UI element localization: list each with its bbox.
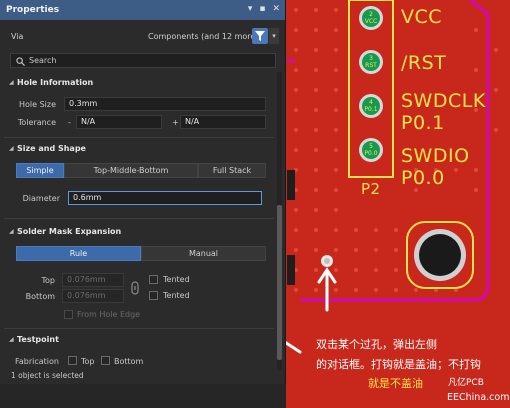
- fabrication-label: Fabrication: [15, 357, 59, 366]
- hole-size-label: Hole Size: [18, 100, 56, 109]
- filter-dropdown-icon[interactable]: ▾: [269, 28, 279, 44]
- from-hole-edge-checkbox[interactable]: [64, 310, 73, 319]
- panel-bottom-strip: [0, 384, 286, 408]
- collapse-chevron-icon: ◢: [9, 228, 14, 235]
- mode-rule[interactable]: Rule: [16, 246, 141, 261]
- collapse-chevron-icon: ◢: [9, 145, 14, 152]
- from-hole-edge-label: From Hole Edge: [77, 310, 141, 319]
- collapse-chevron-icon: ◢: [9, 336, 14, 343]
- testpoint-bottom-checkbox[interactable]: [101, 356, 110, 365]
- silk-swdclk: SWDCLK: [401, 90, 486, 112]
- testpoint-top-checkbox[interactable]: [68, 356, 77, 365]
- components-selector[interactable]: Components (and 12 more): [148, 32, 258, 41]
- annotation-line1: 双击某个过孔，弹出左侧: [316, 338, 437, 351]
- tab-full-stack[interactable]: Full Stack: [198, 163, 266, 178]
- hole-size-field[interactable]: 0.3mm: [64, 97, 266, 111]
- link-icon[interactable]: [130, 281, 140, 295]
- section-testpoint[interactable]: ◢ Testpoint: [0, 334, 276, 348]
- top-label: Top: [41, 276, 56, 285]
- divider: [4, 218, 274, 219]
- divider: [4, 137, 274, 138]
- search-box[interactable]: [10, 53, 276, 68]
- annotation-line2: 的对话框。打钩就是盖油；不打钩: [316, 358, 481, 371]
- mode-manual[interactable]: Manual: [141, 246, 266, 261]
- divider: [4, 328, 274, 329]
- silk-swdio: SWDIO: [401, 145, 470, 167]
- diameter-label: Diameter: [22, 194, 60, 203]
- watermark-site: EEChina.com: [447, 392, 510, 403]
- section-hole-information[interactable]: ◢ Hole Information: [0, 77, 276, 91]
- silk-p00: P0.0: [401, 167, 445, 189]
- tented-top-checkbox[interactable]: [149, 275, 158, 284]
- close-icon[interactable]: ✕: [272, 4, 280, 14]
- tolerance-minus-field[interactable]: N/A: [76, 115, 162, 129]
- section-size-and-shape[interactable]: ◢ Size and Shape: [0, 143, 276, 157]
- object-row: Via Components (and 12 more) ▾: [0, 27, 285, 47]
- tab-top-middle-bottom[interactable]: Top-Middle-Bottom: [64, 163, 198, 178]
- filter-icon: [255, 31, 265, 41]
- bottom-expansion-field[interactable]: 0.076mm: [62, 289, 124, 303]
- annotation-line3: 就是不盖油: [368, 377, 423, 390]
- object-type-label: Via: [11, 32, 24, 41]
- silk-p01: P0.1: [401, 112, 445, 134]
- tented-bottom-checkbox[interactable]: [149, 291, 158, 300]
- tolerance-plus-field[interactable]: N/A: [180, 115, 266, 129]
- tolerance-label: Tolerance: [17, 118, 56, 127]
- testpoint-bottom-label: Bottom: [114, 357, 144, 366]
- scrollbar-thumb[interactable]: [277, 205, 282, 360]
- tolerance-minus-sign: -: [68, 118, 71, 127]
- section-solder-mask-expansion[interactable]: ◢ Solder Mask Expansion: [0, 226, 276, 240]
- status-bar: 1 object is selected: [0, 370, 285, 384]
- silk-p2: P2: [361, 180, 381, 198]
- panel-menu-icon[interactable]: ▾: [248, 4, 253, 14]
- tented-top-label: Tented: [163, 275, 190, 284]
- watermark-brand: 凡亿PCB: [448, 378, 484, 388]
- status-text: 1 object is selected: [11, 371, 84, 380]
- silk-rst: /RST: [401, 52, 447, 74]
- tented-bottom-label: Tented: [163, 291, 190, 300]
- tab-simple[interactable]: Simple: [16, 163, 64, 178]
- collapse-chevron-icon: ◢: [9, 79, 14, 86]
- top-expansion-field[interactable]: 0.076mm: [62, 273, 124, 287]
- filter-button[interactable]: [252, 28, 268, 44]
- panel-title: Properties: [6, 5, 60, 15]
- properties-panel: Properties ▾ ▪ ✕ Via Components (and 12 …: [0, 0, 286, 384]
- search-input[interactable]: [29, 54, 269, 67]
- pin-icon[interactable]: ▪: [259, 4, 265, 14]
- pad-label-5: 5 P0.0: [364, 143, 378, 157]
- search-icon: [16, 57, 25, 66]
- pad-label-2: 2 VCC: [364, 11, 378, 25]
- testpoint-top-label: Top: [81, 357, 95, 366]
- tolerance-plus-sign: +: [172, 118, 179, 127]
- pad-label-4: 4 P0.1: [364, 99, 378, 113]
- panel-titlebar[interactable]: Properties ▾ ▪ ✕: [0, 0, 285, 20]
- bottom-label: Bottom: [25, 292, 55, 301]
- pad-label-3: 3 RST: [365, 55, 377, 69]
- silk-vcc: VCC: [401, 6, 443, 28]
- diameter-field[interactable]: 0.6mm: [68, 191, 262, 205]
